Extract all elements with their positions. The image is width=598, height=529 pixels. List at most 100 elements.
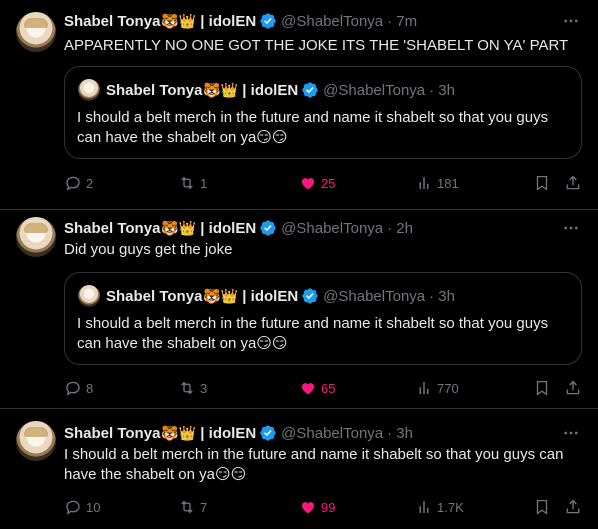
quote-author-emojis: 🐯👑 [203,288,239,304]
author-suffix[interactable]: | idolEN [200,220,256,237]
reply-icon [66,500,80,515]
views-chart-icon [419,501,429,513]
quote-author-suffix: | idolEN [242,81,299,99]
retweet-count: 1 [200,175,208,191]
retweet-count: 3 [200,380,208,396]
quote-header: Shabel Tonya 🐯👑 | idolEN @ShabelTonya · … [106,286,455,306]
tweet[interactable]: Shabel Tonya 🐯👑 | idolEN @ShabelTonya · … [0,409,598,529]
like-count: 25 [321,175,336,191]
author-suffix[interactable]: | idolEN [200,425,256,442]
verified-badge-icon [260,425,276,441]
quote-author-suffix: | idolEN [242,287,299,305]
author-emojis: 🐯👑 [161,13,197,29]
retweet-button[interactable]: 7 [178,497,207,517]
quote-avatar [78,79,100,101]
quote-author-handle: @ShabelTonya [323,81,426,99]
like-count: 99 [321,499,336,515]
quote-timestamp: · 3h [429,81,455,99]
quote-author-emojis: 🐯👑 [203,82,239,98]
reply-icon [66,176,80,191]
tweet-text: APPARENTLY NO ONE GOT THE JOKE ITS THE '… [64,37,569,54]
retweet-button[interactable]: 1 [178,173,207,193]
reply-button[interactable]: 8 [64,378,93,398]
action-bar: 8 3 65 770 [0,378,598,398]
timestamp[interactable]: · 3h [387,425,413,442]
verified-badge-icon [302,82,318,98]
avatar[interactable] [16,217,56,257]
tweet[interactable]: Shabel Tonya 🐯👑 | idolEN @ShabelTonya · … [0,210,598,409]
author-name[interactable]: Shabel Tonya [64,425,160,442]
like-button[interactable]: 65 [299,378,335,398]
quote-text-line: can have the shabelt on ya😏😏 [77,129,288,146]
author-suffix[interactable]: | idolEN [200,13,256,30]
view-count: 1.7K [437,499,464,515]
quote-avatar [78,285,100,307]
views-button[interactable]: 770 [415,378,459,398]
timestamp[interactable]: · 7m [387,13,417,30]
heart-icon [302,178,314,190]
tweet-text-line: have the shabelt on ya😏😏 [64,466,247,483]
quote-text-line: I should a belt merch in the future and … [77,109,549,126]
quote-author-handle: @ShabelTonya [323,287,426,305]
tweet[interactable]: Shabel Tonya 🐯👑 | idolEN @ShabelTonya · … [0,0,598,210]
more-options-icon[interactable] [562,219,580,237]
author-name[interactable]: Shabel Tonya [64,220,160,237]
view-count: 770 [437,380,459,396]
verified-badge-icon [260,220,276,236]
retweet-icon [181,381,193,395]
author-handle[interactable]: @ShabelTonya [281,220,383,237]
retweet-icon [181,176,193,190]
tweet-text-line: I should a belt merch in the future and … [64,446,564,463]
views-chart-icon [419,177,429,189]
tweet-text: I should a belt merch in the future and … [64,445,580,485]
views-button[interactable]: 1.7K [415,497,464,517]
tweet-header: Shabel Tonya 🐯👑 | idolEN @ShabelTonya · … [64,11,417,31]
timestamp[interactable]: · 2h [387,220,413,237]
tweet-header: Shabel Tonya 🐯👑 | idolEN @ShabelTonya · … [64,423,413,443]
retweet-count: 7 [200,499,208,515]
view-count: 181 [437,175,459,191]
bookmark-icon[interactable] [533,173,551,193]
tweet-text: Did you guys get the joke [64,241,233,258]
heart-icon [302,383,314,395]
quote-author-name: Shabel Tonya [106,287,203,305]
more-options-icon[interactable] [562,424,580,442]
quote-text-line: can have the shabelt on ya😏😏 [77,335,288,352]
author-handle[interactable]: @ShabelTonya [281,425,383,442]
reply-button[interactable]: 2 [64,173,93,193]
reply-button[interactable]: 10 [64,497,100,517]
author-name[interactable]: Shabel Tonya [64,13,160,30]
verified-badge-icon [302,288,318,304]
bookmark-icon[interactable] [533,378,551,398]
reply-icon [66,381,80,396]
like-button[interactable]: 25 [299,173,335,193]
quote-text: I should a belt merch in the future and … [77,314,569,354]
reply-count: 2 [86,175,94,191]
quote-text-line: I should a belt merch in the future and … [77,315,549,332]
author-emojis: 🐯👑 [161,425,197,441]
like-button[interactable]: 99 [299,497,335,517]
author-handle[interactable]: @ShabelTonya [281,13,383,30]
quote-timestamp: · 3h [429,287,455,305]
like-count: 65 [321,380,336,396]
share-icon[interactable] [564,497,582,517]
author-emojis: 🐯👑 [161,220,197,236]
retweet-icon [181,500,193,514]
views-chart-icon [419,382,429,394]
reply-count: 10 [86,499,101,515]
avatar[interactable] [16,421,56,461]
share-icon[interactable] [564,378,582,398]
action-bar: 10 7 99 1.7K [0,497,598,517]
avatar[interactable] [16,12,56,52]
views-button[interactable]: 181 [415,173,459,193]
quoted-tweet[interactable]: Shabel Tonya 🐯👑 | idolEN @ShabelTonya · … [64,272,582,365]
heart-icon [302,502,314,514]
quote-text: I should a belt merch in the future and … [77,108,569,148]
verified-badge-icon [260,13,276,29]
bookmark-icon[interactable] [533,497,551,517]
quote-header: Shabel Tonya 🐯👑 | idolEN @ShabelTonya · … [106,80,455,100]
retweet-button[interactable]: 3 [178,378,207,398]
more-options-icon[interactable] [562,12,580,30]
quoted-tweet[interactable]: Shabel Tonya 🐯👑 | idolEN @ShabelTonya · … [64,66,582,159]
share-icon[interactable] [564,173,582,193]
